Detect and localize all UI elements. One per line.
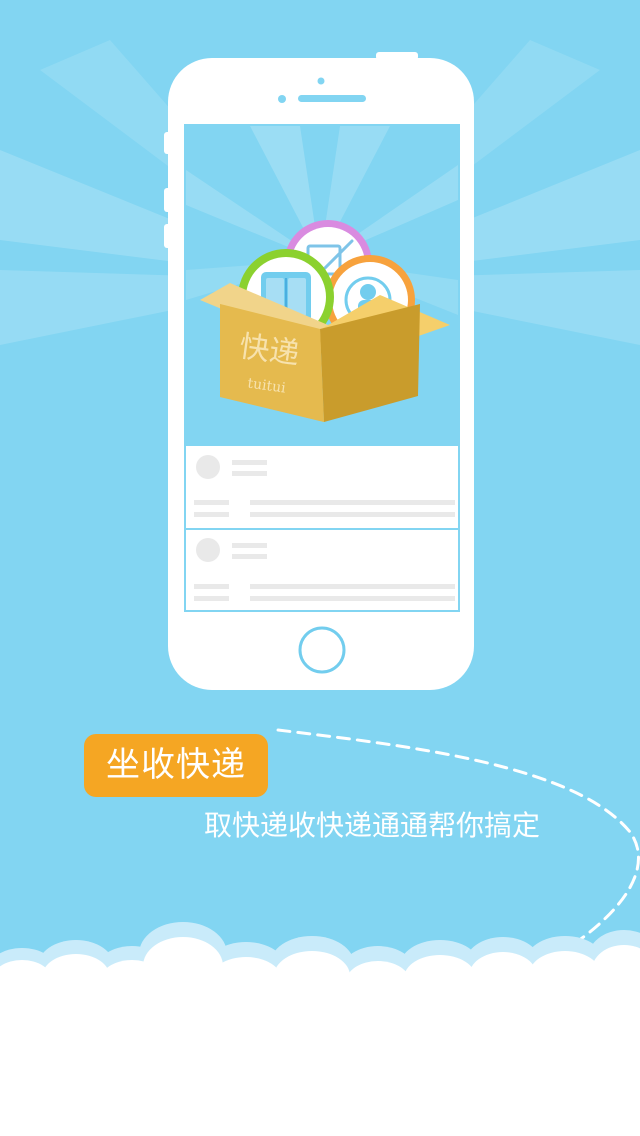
subheadline: 取快递收快递通通帮你搞定 bbox=[204, 809, 541, 842]
splash-illustration: 快递 tuitui bbox=[0, 40, 640, 1136]
phone-screen-list bbox=[186, 446, 458, 610]
phone-screen: 快递 tuitui bbox=[186, 126, 458, 610]
sensor-icon bbox=[278, 95, 286, 103]
camera-icon bbox=[317, 77, 325, 85]
speaker-icon bbox=[298, 95, 366, 102]
cloud-base bbox=[0, 922, 640, 1136]
home-button-icon bbox=[298, 626, 346, 674]
headline-badge: 坐收快递 bbox=[84, 734, 268, 797]
